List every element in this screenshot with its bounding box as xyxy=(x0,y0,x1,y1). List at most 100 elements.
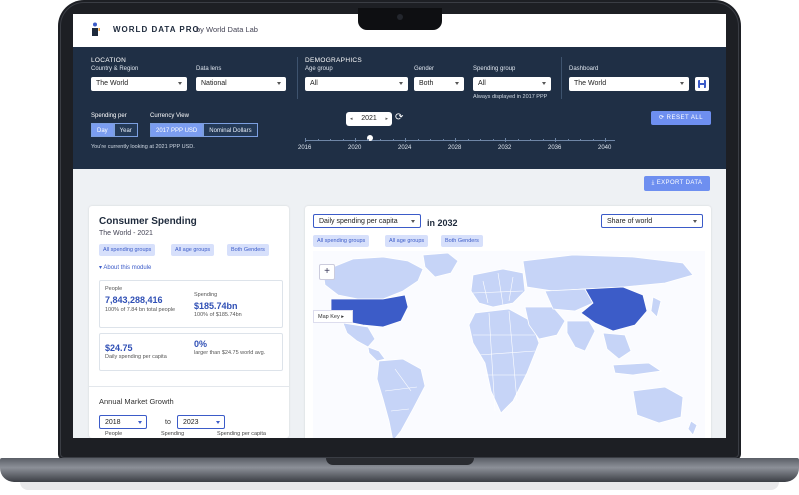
age-label: Age group xyxy=(305,66,333,72)
pct-note: larger than $24.75 world avg. xyxy=(194,350,266,356)
map-chip-age-groups: All age groups xyxy=(385,235,429,247)
year-tick-label: 2040 xyxy=(598,145,612,151)
divider xyxy=(561,57,562,99)
to-year-value: 2023 xyxy=(183,419,199,426)
gender-select[interactable]: Both xyxy=(414,77,464,91)
spending-group-select-value: All xyxy=(478,80,486,87)
year-minor-tick xyxy=(380,139,381,141)
year-minor-tick xyxy=(530,139,531,141)
laptop-hinge-groove xyxy=(326,458,474,465)
zoom-in-button[interactable]: + xyxy=(319,264,335,280)
reset-all-label: RESET ALL xyxy=(666,115,704,121)
location-section-label: LOCATION xyxy=(91,57,127,64)
dashboard-label: Dashboard xyxy=(569,66,599,72)
year-minor-tick xyxy=(517,139,519,141)
chevron-down-icon xyxy=(455,82,459,85)
chevron-down-icon xyxy=(542,82,546,85)
spending-label: Spending xyxy=(194,292,218,298)
country-select[interactable]: The World xyxy=(91,77,187,91)
refresh-icon[interactable]: ⟳ xyxy=(395,112,403,123)
panel-title: Consumer Spending xyxy=(99,216,197,227)
about-module-link[interactable]: ▾ About this module xyxy=(99,264,151,271)
logo-icon xyxy=(92,22,100,36)
chip-spending-groups: All spending groups xyxy=(99,244,156,256)
year-tick-label: 2032 xyxy=(498,145,512,151)
currency-ppp[interactable]: 2017 PPP USD xyxy=(150,123,204,137)
chevron-down-icon xyxy=(216,421,220,424)
world-map[interactable] xyxy=(313,251,705,438)
gender-label: Gender xyxy=(414,66,435,72)
reset-icon: ⟳ xyxy=(658,115,665,121)
map-key-toggle[interactable]: Map Key ▸ xyxy=(313,310,353,323)
year-minor-tick xyxy=(442,139,444,141)
export-data-button[interactable]: ⤓ EXPORT DATA xyxy=(644,176,710,191)
plus-icon: + xyxy=(324,266,330,277)
chevron-right-icon: ▸ xyxy=(341,314,345,320)
spending-note: 100% of $185.74bn xyxy=(194,312,242,318)
map-year-label: in 2032 xyxy=(427,218,458,228)
spending-per-label: Spending per xyxy=(91,113,127,119)
dashboard-select-value: The World xyxy=(574,80,607,87)
app-screen: WORLD DATA PRO by World Data Lab LOCATIO… xyxy=(73,14,726,438)
year-minor-tick xyxy=(592,139,594,141)
year-tick-label: 2016 xyxy=(298,145,312,151)
age-select-value: All xyxy=(310,80,318,87)
demographics-section-label: DEMOGRAPHICS xyxy=(305,57,363,64)
from-year-value: 2018 xyxy=(105,419,121,426)
per-capita-note: Daily spending per capita xyxy=(105,354,167,360)
reset-all-button[interactable]: ⟳ RESET ALL xyxy=(651,111,711,125)
to-year-select[interactable]: 2023 xyxy=(177,415,225,429)
year-minor-tick xyxy=(355,139,356,141)
spending-group-select[interactable]: All xyxy=(473,77,551,91)
chevron-down-icon xyxy=(411,220,415,223)
year-minor-tick xyxy=(430,139,431,141)
currency-nominal[interactable]: Nominal Dollars xyxy=(203,123,258,137)
chevron-down-icon xyxy=(680,82,684,85)
annual-growth-title: Annual Market Growth xyxy=(99,397,174,406)
camera-icon xyxy=(397,14,403,20)
people-note: 100% of 7.84 bn total people xyxy=(105,307,176,313)
year-minor-tick xyxy=(417,139,419,141)
metric-select-value: Daily spending per capita xyxy=(319,218,398,225)
year-minor-tick xyxy=(342,139,344,141)
metric-select[interactable]: Daily spending per capita xyxy=(313,214,421,228)
year-minor-tick xyxy=(567,139,569,141)
year-stepper[interactable]: ◂ 2021 ▸ xyxy=(346,112,392,126)
export-data-label: EXPORT DATA xyxy=(656,180,703,186)
spending-per-year[interactable]: Year xyxy=(113,123,138,137)
country-select-value: The World xyxy=(96,80,129,87)
year-minor-tick xyxy=(605,139,606,141)
divider xyxy=(89,386,289,387)
view-select-value: Share of world xyxy=(607,218,653,225)
map-chip-genders: Both Genders xyxy=(441,235,483,247)
year-minor-tick xyxy=(330,139,331,141)
per-capita-value: $24.75 xyxy=(105,343,133,353)
chevron-left-icon[interactable]: ◂ xyxy=(350,112,353,126)
spending-per-toggle: Day Year xyxy=(91,123,138,137)
year-minor-tick xyxy=(405,139,406,141)
year-tick-label: 2020 xyxy=(348,145,362,151)
lens-label: Data lens xyxy=(196,66,222,72)
age-select[interactable]: All xyxy=(305,77,408,91)
divider xyxy=(297,57,298,99)
lens-select[interactable]: National xyxy=(196,77,286,91)
chevron-right-icon[interactable]: ▸ xyxy=(385,112,388,126)
year-minor-tick xyxy=(505,139,506,141)
dashboard-select[interactable]: The World xyxy=(569,77,689,91)
view-select[interactable]: Share of world xyxy=(601,214,703,228)
save-dashboard-button[interactable] xyxy=(695,77,709,91)
year-slider-track[interactable] xyxy=(305,140,615,141)
chevron-down-icon xyxy=(693,220,697,223)
chevron-down-icon xyxy=(399,82,403,85)
app-brand-sub: by World Data Lab xyxy=(196,25,258,34)
save-icon xyxy=(698,80,706,88)
year-minor-tick xyxy=(555,139,556,141)
spending-value: $185.74bn xyxy=(194,301,238,311)
year-minor-tick xyxy=(367,139,369,141)
from-year-select[interactable]: 2018 xyxy=(99,415,147,429)
spending-group-note: Always displayed in 2017 PPP xyxy=(473,94,548,100)
year-tick-label: 2036 xyxy=(548,145,562,151)
laptop-shadow xyxy=(20,482,779,490)
spending-per-day[interactable]: Day xyxy=(91,123,114,137)
about-module-label: About this module xyxy=(103,265,152,271)
